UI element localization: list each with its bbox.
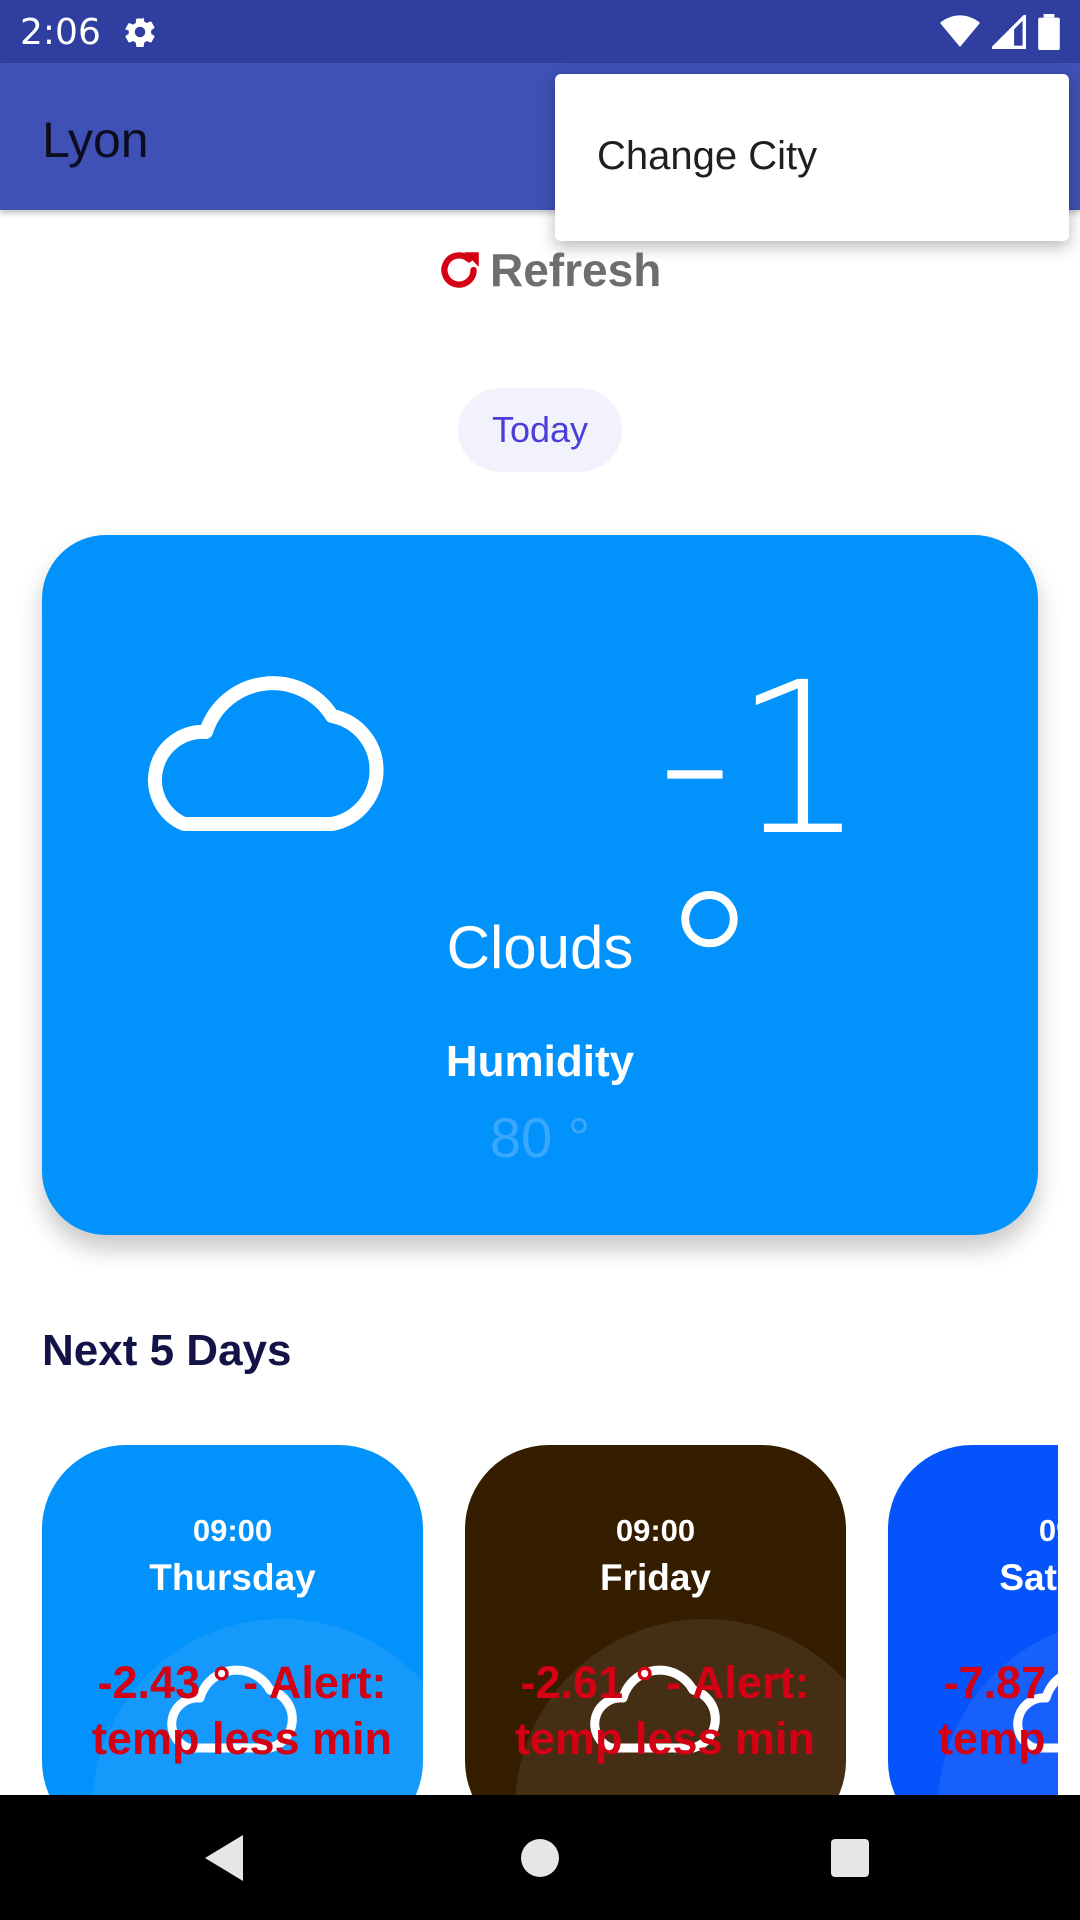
forecast-alert: -7.87 ° - Alert: temp less min [937,1657,1058,1764]
battery-icon [1038,14,1060,50]
forecast-alert: -2.61 ° - Alert: temp less min [514,1657,816,1764]
menu-item-change-city[interactable]: Change City [597,134,817,179]
current-temperature: -1 ° [657,637,867,1092]
system-nav-bar [0,1795,1080,1920]
forecast-time: 09:00 [192,1513,273,1548]
home-button[interactable] [505,1823,575,1893]
humidity-label: Humidity [445,1037,635,1086]
forecast-time: 09:00 [615,1513,696,1548]
forecast-day: Thursday [149,1557,316,1598]
forecast-card[interactable]: 09:00 Saturday -7.87 ° - Alert: temp les… [888,1445,1058,1795]
status-bar: 2:06 [0,0,1080,63]
forecast-card[interactable]: 09:00 Thursday -2.43 ° - Alert: temp les… [42,1445,423,1795]
signal-icon [992,15,1026,49]
next-days-title: Next 5 Days [42,1326,292,1375]
forecast-alert: -2.43 ° - Alert: temp less min [91,1657,393,1764]
wifi-icon [940,15,980,48]
forecast-list[interactable]: 09:00 Thursday -2.43 ° - Alert: temp les… [42,1445,1058,1795]
weather-condition: Clouds [446,914,634,981]
cloud-icon [147,676,384,831]
refresh-icon [441,252,479,288]
today-weather-card: -1 ° Clouds Humidity 80 ° [42,535,1038,1235]
recents-button[interactable] [815,1823,885,1893]
refresh-label: Refresh [490,244,662,296]
back-button[interactable] [190,1823,260,1893]
today-chip[interactable]: Today [458,388,622,472]
refresh-button[interactable]: Refresh [434,240,661,300]
overflow-menu: Change City [555,74,1069,241]
status-time: 2:06 [20,12,101,53]
humidity-value: 80 ° [489,1106,591,1169]
forecast-day: Friday [599,1557,712,1598]
gear-icon [125,17,155,48]
home-icon [521,1839,559,1877]
forecast-card[interactable]: 09:00 Friday -2.61 ° - Alert: temp less … [465,1445,846,1795]
status-icons [940,14,1060,50]
back-icon [205,1835,243,1881]
forecast-time: 09:00 [1038,1513,1058,1548]
app-title: Lyon [42,112,149,168]
forecast-day: Saturday [999,1557,1058,1598]
recents-icon [831,1839,869,1877]
